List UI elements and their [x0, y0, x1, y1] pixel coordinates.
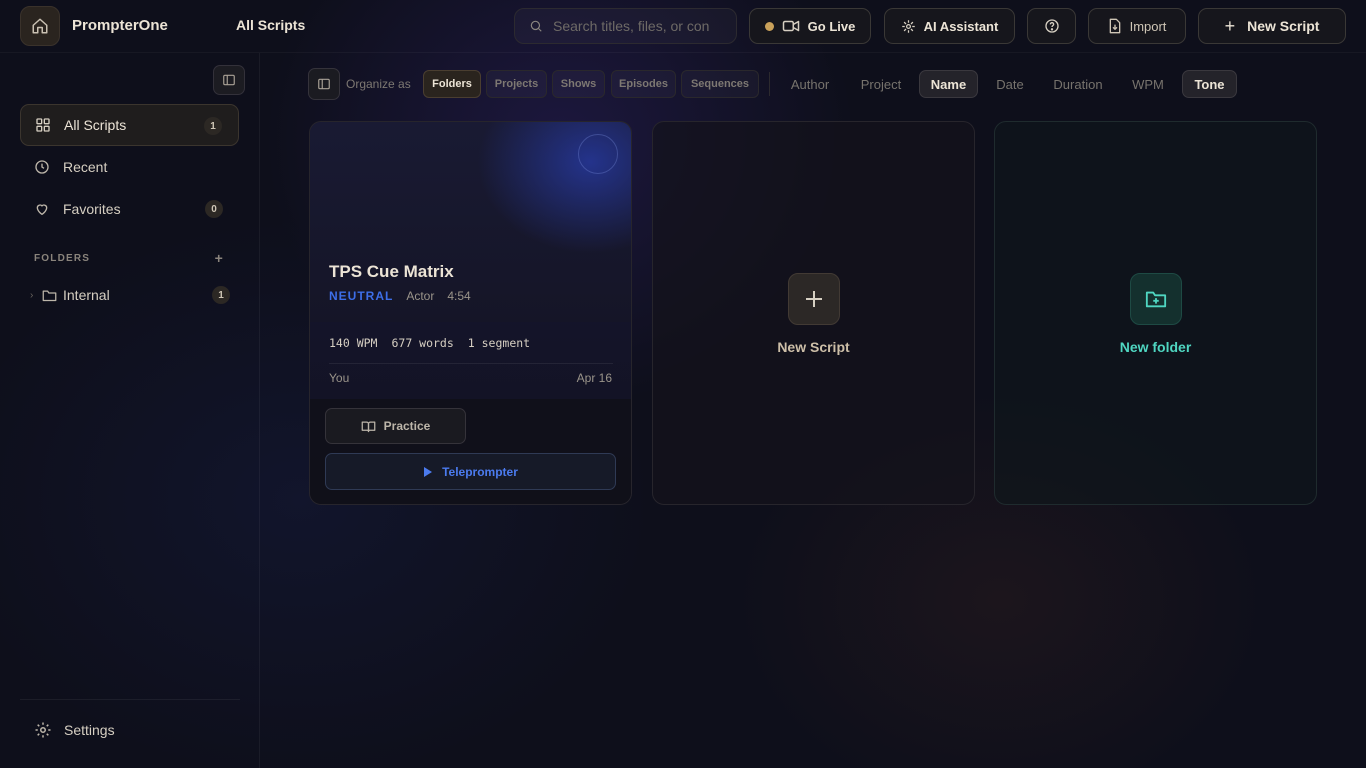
sort-wpm[interactable]: WPM — [1122, 70, 1174, 98]
new-script-card-label: New Script — [777, 339, 850, 355]
all-scripts-count: 1 — [204, 117, 222, 135]
cover-ring-decoration — [578, 134, 618, 174]
new-script-button[interactable]: + New Script — [1198, 8, 1346, 44]
live-status-dot — [764, 21, 774, 31]
sidebar-item-recent[interactable]: Recent — [20, 146, 239, 188]
add-folder-button[interactable]: + — [215, 250, 224, 266]
panel-icon — [318, 78, 330, 90]
card-divider — [329, 363, 613, 364]
organize-episodes[interactable]: Episodes — [611, 70, 676, 98]
script-card[interactable]: TPS Cue Matrix NEUTRAL Actor 4:54 140 WP… — [309, 121, 632, 505]
sidebar-toggle-icon — [223, 74, 235, 86]
app-name: PrompterOne — [72, 17, 168, 34]
toggle-panel-button[interactable] — [308, 68, 340, 100]
book-open-icon — [361, 421, 376, 432]
script-stats: 140 WPM 677 words 1 segment — [329, 336, 530, 350]
folder-label: Internal — [63, 287, 110, 303]
practice-label: Practice — [383, 419, 431, 433]
go-live-label: Go Live — [807, 18, 856, 34]
ai-assistant-button[interactable]: AI Assistant — [884, 8, 1015, 44]
new-script-card[interactable]: New Script — [652, 121, 975, 505]
teleprompter-button[interactable]: Teleprompter — [325, 453, 616, 490]
settings-label: Settings — [64, 722, 115, 738]
help-button[interactable] — [1027, 8, 1076, 44]
plus-icon: + — [1224, 15, 1236, 36]
grid-icon — [36, 118, 50, 132]
new-folder-card-label: New folder — [1119, 339, 1192, 355]
folder-icon — [42, 290, 57, 301]
organize-sequences[interactable]: Sequences — [681, 70, 759, 98]
tone-badge: NEUTRAL — [329, 289, 394, 303]
sidebar: All Scripts 1 Recent Favorites 0 FOLDERS… — [0, 53, 260, 768]
sparkle-icon — [901, 19, 915, 33]
sort-duration[interactable]: Duration — [1044, 70, 1112, 98]
folders-heading: FOLDERS + — [34, 250, 224, 266]
sort-date[interactable]: Date — [986, 70, 1034, 98]
sidebar-item-label: Recent — [63, 159, 108, 175]
home-button[interactable] — [20, 6, 60, 46]
top-bar: PrompterOne All Scripts Go Live AI Assis… — [0, 0, 1366, 53]
help-icon — [1044, 19, 1059, 33]
script-words: 677 words — [391, 336, 454, 350]
script-owner: You — [329, 371, 350, 385]
sidebar-item-label: All Scripts — [64, 117, 127, 133]
settings-button[interactable]: Settings — [34, 721, 115, 739]
sort-name[interactable]: Name — [919, 70, 978, 98]
toolbar-divider — [769, 72, 770, 96]
import-button[interactable]: Import — [1088, 8, 1186, 44]
ai-assistant-label: AI Assistant — [923, 18, 999, 34]
clock-icon — [35, 160, 49, 174]
chevron-right-icon[interactable]: › — [30, 290, 42, 301]
breadcrumb: All Scripts — [236, 17, 306, 33]
import-label: Import — [1129, 18, 1167, 34]
go-live-button[interactable]: Go Live — [749, 8, 871, 44]
sidebar-item-favorites[interactable]: Favorites 0 — [20, 188, 239, 230]
search-icon — [530, 20, 542, 32]
script-wpm: 140 WPM — [329, 336, 378, 350]
organize-shows[interactable]: Shows — [552, 70, 605, 98]
folder-plus-icon — [1130, 273, 1182, 325]
sort-tone[interactable]: Tone — [1182, 70, 1237, 98]
collapse-sidebar-button[interactable] — [213, 65, 245, 95]
heart-icon — [36, 204, 48, 215]
folder-item-internal[interactable]: › Internal 1 — [30, 283, 234, 307]
play-icon — [424, 466, 433, 477]
sidebar-divider — [20, 699, 240, 700]
video-camera-icon — [782, 20, 799, 32]
search-box[interactable] — [514, 8, 737, 44]
home-icon — [32, 18, 48, 34]
sort-project[interactable]: Project — [850, 70, 912, 98]
gear-icon — [35, 722, 51, 738]
favorites-count: 0 — [205, 200, 223, 218]
new-script-label: New Script — [1247, 18, 1320, 34]
organize-projects[interactable]: Projects — [486, 70, 547, 98]
sort-author[interactable]: Author — [780, 70, 840, 98]
organize-folders[interactable]: Folders — [423, 70, 481, 98]
script-meta: NEUTRAL Actor 4:54 — [329, 289, 471, 303]
folder-count: 1 — [212, 286, 230, 304]
folders-heading-label: FOLDERS — [34, 253, 91, 264]
teleprompter-label: Teleprompter — [442, 464, 518, 479]
plus-icon — [788, 273, 840, 325]
new-folder-card[interactable]: New folder — [994, 121, 1317, 505]
search-input[interactable] — [553, 18, 725, 34]
script-title: TPS Cue Matrix — [329, 262, 454, 281]
script-date: Apr 16 — [576, 371, 612, 385]
script-duration: 4:54 — [447, 289, 471, 303]
sidebar-item-all-scripts[interactable]: All Scripts 1 — [20, 104, 239, 146]
script-card-actions: Practice Teleprompter — [310, 399, 631, 504]
script-role: Actor — [406, 289, 435, 303]
practice-button[interactable]: Practice — [325, 408, 466, 444]
file-import-icon — [1109, 18, 1120, 34]
sidebar-item-label: Favorites — [63, 201, 121, 217]
script-segments: 1 segment — [467, 336, 531, 350]
organize-label: Organize as — [346, 77, 411, 91]
